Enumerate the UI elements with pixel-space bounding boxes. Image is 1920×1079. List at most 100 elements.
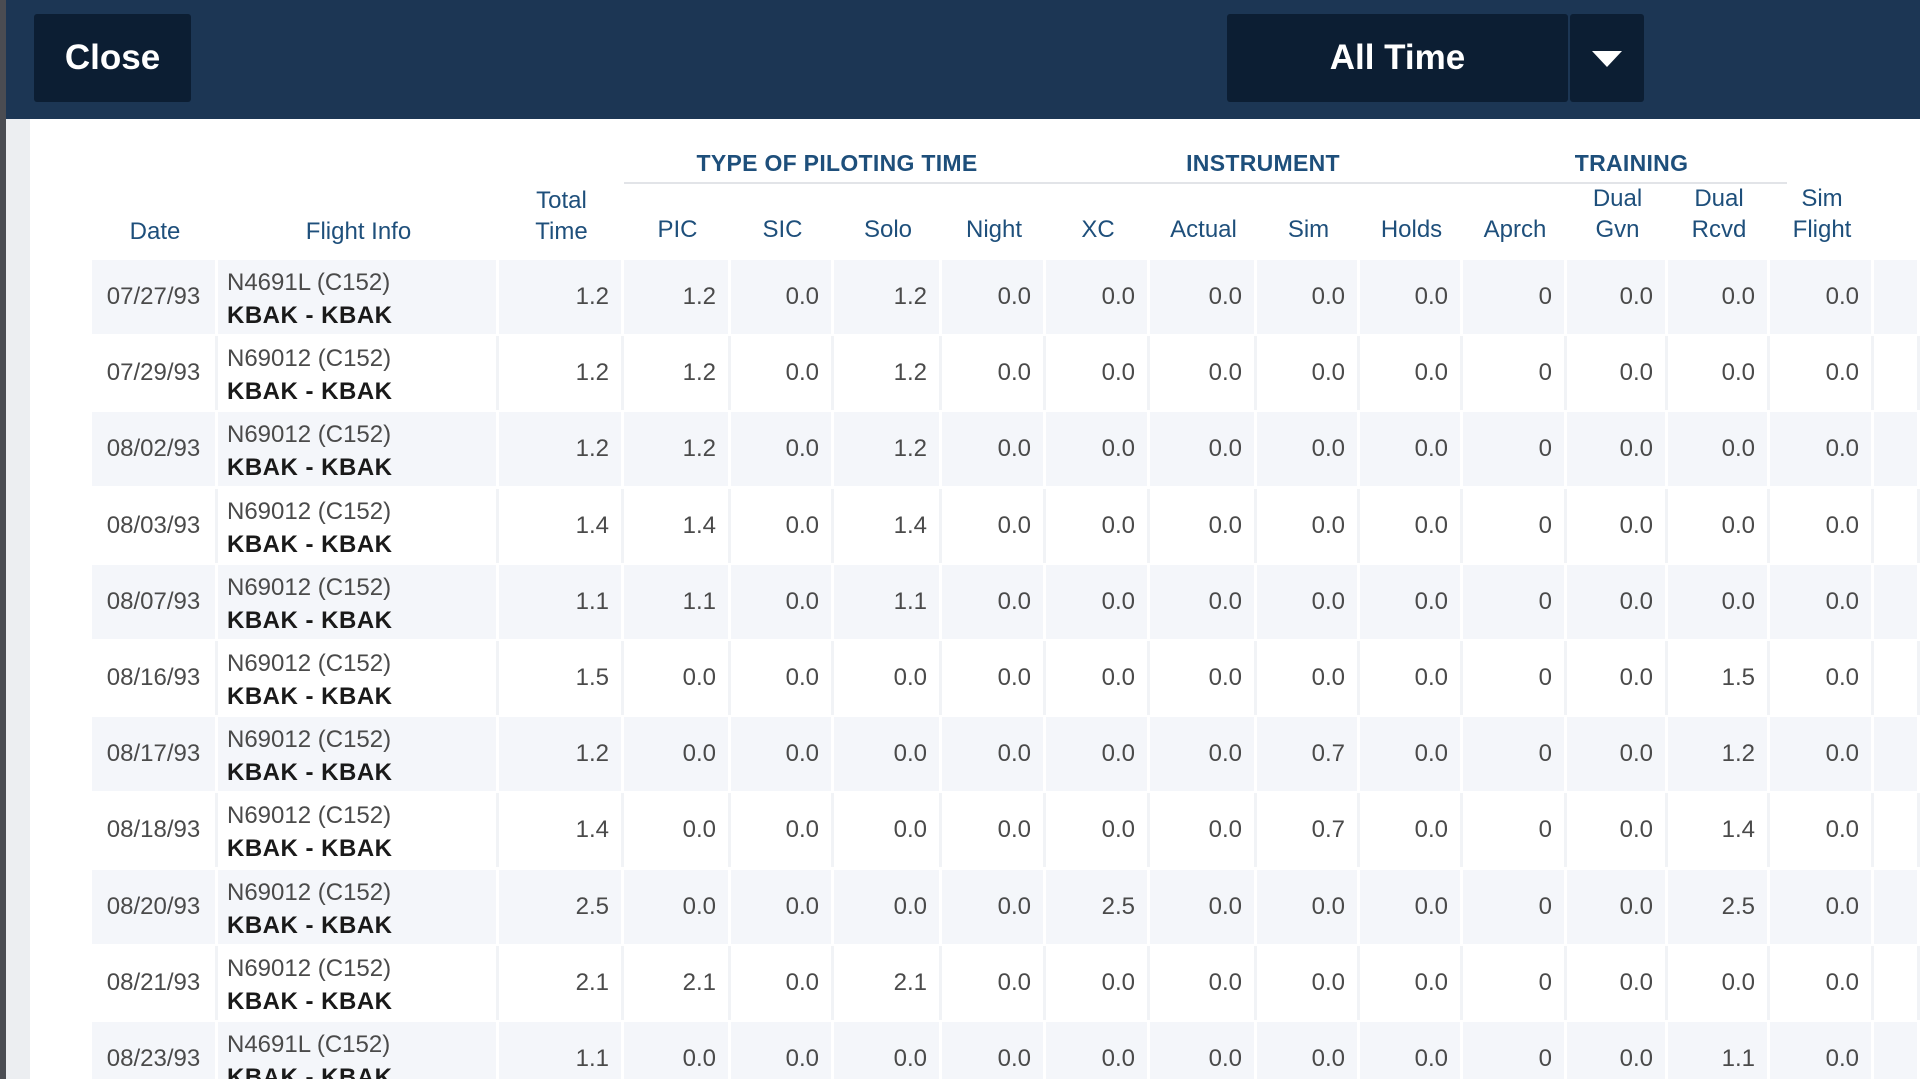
col-header-date[interactable]: Date — [92, 216, 218, 247]
route-label: KBAK - KBAK — [227, 912, 393, 939]
cell-date: 08/20/93 — [92, 870, 218, 944]
cell-total: 2.5 — [499, 870, 624, 944]
table-row[interactable]: 07/27/93 N4691L (C152) KBAK - KBAK 1.2 1.2 0.… — [92, 260, 1920, 334]
cell-sim-flight: 0.0 — [1770, 793, 1874, 867]
cell-sim: 0.0 — [1257, 336, 1360, 410]
cell-sic: 0.0 — [731, 717, 834, 791]
cell-date: 08/21/93 — [92, 946, 218, 1020]
route-label: KBAK - KBAK — [227, 1064, 393, 1079]
cell-sic: 0.0 — [731, 870, 834, 944]
table-row[interactable]: 08/07/93 N69012 (C152) KBAK - KBAK 1.1 1.1 0.… — [92, 565, 1920, 639]
col-header-sim[interactable]: Sim — [1257, 214, 1360, 245]
col-header-aprch[interactable]: Aprch — [1463, 214, 1567, 245]
table-row[interactable]: 08/03/93 N69012 (C152) KBAK - KBAK 1.4 1.4 0.… — [92, 489, 1920, 563]
cell-flight-info: N4691L (C152) KBAK - KBAK — [218, 1022, 499, 1079]
cell-actual: 0.0 — [1150, 565, 1257, 639]
cell-dual-gvn: 0.0 — [1567, 565, 1668, 639]
cell-overflow — [1874, 412, 1920, 486]
route-label: KBAK - KBAK — [227, 454, 393, 481]
cell-aprch: 0 — [1463, 489, 1567, 563]
route-label: KBAK - KBAK — [227, 302, 393, 329]
aircraft-label: N69012 (C152) — [227, 650, 392, 677]
col-header-dual-rcvd[interactable]: Dual Rcvd — [1668, 183, 1770, 245]
table-row[interactable]: 08/23/93 N4691L (C152) KBAK - KBAK 1.1 0.0 0.… — [92, 1022, 1920, 1079]
cell-sic: 0.0 — [731, 565, 834, 639]
route-label: KBAK - KBAK — [227, 988, 393, 1015]
close-button[interactable]: Close — [34, 14, 191, 102]
cell-holds: 0.0 — [1360, 793, 1463, 867]
logbook-table[interactable]: TYPE OF PILOTING TIME INSTRUMENT TRAININ… — [30, 119, 1920, 1079]
col-header-total-time[interactable]: Total Time — [499, 185, 624, 247]
cell-pic: 1.2 — [624, 412, 731, 486]
cell-dual-rcvd: 0.0 — [1668, 946, 1770, 1020]
table-row[interactable]: 08/16/93 N69012 (C152) KBAK - KBAK 1.5 0.0 0.… — [92, 641, 1920, 715]
col-header-flight-info[interactable]: Flight Info — [218, 216, 499, 247]
cell-night: 0.0 — [942, 717, 1046, 791]
col-header-line: Sim — [1801, 185, 1843, 212]
table-row[interactable]: 07/29/93 N69012 (C152) KBAK - KBAK 1.2 1.2 0.… — [92, 336, 1920, 410]
aircraft-label: N69012 (C152) — [227, 345, 392, 372]
cell-holds: 0.0 — [1360, 870, 1463, 944]
cell-dual-rcvd: 2.5 — [1668, 870, 1770, 944]
cell-total: 2.1 — [499, 946, 624, 1020]
route-label: KBAK - KBAK — [227, 835, 393, 862]
col-header-line: Total — [536, 187, 587, 214]
cell-night: 0.0 — [942, 565, 1046, 639]
col-header-sim-flight[interactable]: Sim Flight — [1770, 183, 1874, 245]
route-label: KBAK - KBAK — [227, 607, 393, 634]
col-header-pic[interactable]: PIC — [624, 214, 731, 245]
cell-dual-rcvd: 0.0 — [1668, 336, 1770, 410]
cell-holds: 0.0 — [1360, 641, 1463, 715]
col-header-line: Time — [535, 218, 588, 245]
cell-dual-gvn: 0.0 — [1567, 870, 1668, 944]
cell-pic: 2.1 — [624, 946, 731, 1020]
period-dropdown-button[interactable] — [1570, 14, 1644, 102]
group-training: TRAINING — [1574, 150, 1689, 176]
cell-flight-info: N4691L (C152) KBAK - KBAK — [218, 260, 499, 334]
col-header-dual-gvn[interactable]: Dual Gvn — [1567, 183, 1668, 245]
cell-actual: 0.0 — [1150, 793, 1257, 867]
cell-holds: 0.0 — [1360, 717, 1463, 791]
col-header-sic[interactable]: SIC — [731, 214, 834, 245]
cell-sic: 0.0 — [731, 793, 834, 867]
col-header-line: Rcvd — [1691, 216, 1747, 243]
cell-solo: 0.0 — [834, 793, 942, 867]
table-row[interactable]: 08/02/93 N69012 (C152) KBAK - KBAK 1.2 1.2 0.… — [92, 412, 1920, 486]
cell-solo: 0.0 — [834, 717, 942, 791]
cell-flight-info: N69012 (C152) KBAK - KBAK — [218, 717, 499, 791]
cell-actual: 0.0 — [1150, 870, 1257, 944]
cell-xc: 0.0 — [1046, 946, 1150, 1020]
cell-xc: 0.0 — [1046, 336, 1150, 410]
table-row[interactable]: 08/20/93 N69012 (C152) KBAK - KBAK 2.5 0.0 0.… — [92, 870, 1920, 944]
aircraft-label: N69012 (C152) — [227, 498, 392, 525]
cell-holds: 0.0 — [1360, 336, 1463, 410]
col-header-holds[interactable]: Holds — [1360, 214, 1463, 245]
cell-night: 0.0 — [942, 641, 1046, 715]
table-row[interactable]: 08/17/93 N69012 (C152) KBAK - KBAK 1.2 0.0 0.… — [92, 717, 1920, 791]
cell-overflow — [1874, 641, 1920, 715]
cell-date: 08/17/93 — [92, 717, 218, 791]
cell-aprch: 0 — [1463, 565, 1567, 639]
col-header-actual[interactable]: Actual — [1150, 214, 1257, 245]
col-header-line: Dual — [1694, 185, 1744, 212]
cell-total: 1.2 — [499, 717, 624, 791]
cell-aprch: 0 — [1463, 870, 1567, 944]
col-header-solo[interactable]: Solo — [834, 214, 942, 245]
col-header-line: Flight — [1792, 216, 1852, 243]
cell-dual-rcvd: 1.1 — [1668, 1022, 1770, 1079]
period-selector[interactable]: All Time — [1227, 14, 1568, 102]
route-label: KBAK - KBAK — [227, 683, 393, 710]
cell-flight-info: N69012 (C152) KBAK - KBAK — [218, 336, 499, 410]
table-row[interactable]: 08/18/93 N69012 (C152) KBAK - KBAK 1.4 0.0 0.… — [92, 793, 1920, 867]
col-header-xc[interactable]: XC — [1046, 214, 1150, 245]
cell-date: 08/03/93 — [92, 489, 218, 563]
cell-sim-flight: 0.0 — [1770, 260, 1874, 334]
aircraft-label: N69012 (C152) — [227, 879, 392, 906]
cell-holds: 0.0 — [1360, 489, 1463, 563]
table-row[interactable]: 08/21/93 N69012 (C152) KBAK - KBAK 2.1 2.1 0.… — [92, 946, 1920, 1020]
col-header-night[interactable]: Night — [942, 214, 1046, 245]
header-bar: Close All Time — [6, 0, 1920, 119]
cell-actual: 0.0 — [1150, 946, 1257, 1020]
cell-overflow — [1874, 717, 1920, 791]
cell-overflow — [1874, 946, 1920, 1020]
